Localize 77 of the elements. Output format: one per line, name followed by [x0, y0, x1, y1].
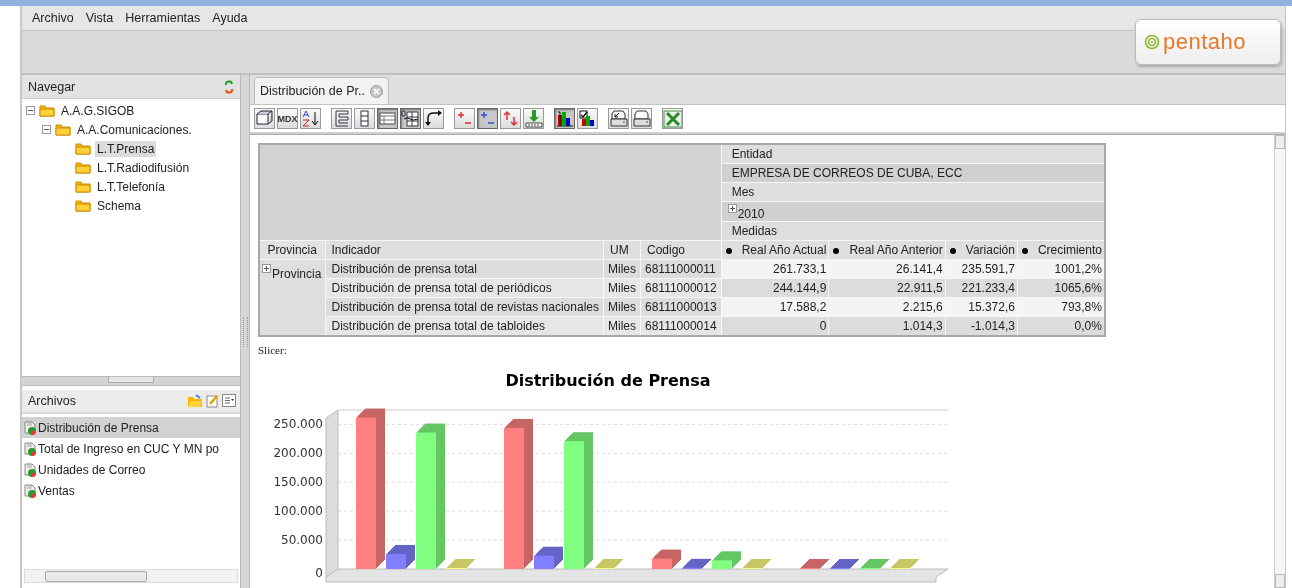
folder-icon: [75, 161, 91, 174]
list-menu-icon[interactable]: [222, 394, 236, 407]
tree-item[interactable]: L.T.Prensa: [95, 140, 157, 157]
folder-icon: [55, 123, 71, 136]
collapse-icon[interactable]: [42, 125, 51, 134]
tick-label: 100.000: [273, 504, 323, 519]
tree-icon: [332, 109, 351, 128]
bar: [386, 553, 406, 569]
bar: [534, 555, 554, 569]
folder-icon: [75, 180, 91, 193]
tab[interactable]: Distribución de Pr..: [254, 77, 389, 104]
menu-item[interactable]: Ayuda: [206, 11, 254, 25]
grid-icon: [401, 109, 420, 128]
toolbar-button[interactable]: [300, 108, 321, 129]
file-item[interactable]: Ventas: [22, 480, 240, 501]
tree-item[interactable]: A.A.G.SIGOB: [59, 102, 137, 119]
sort-icon: [301, 109, 320, 128]
tick-label: 50.000: [281, 533, 323, 548]
bar: [712, 560, 732, 569]
spiral-icon: [1144, 34, 1160, 50]
folder-icon: [39, 104, 55, 117]
dimension-header: Entidad: [721, 144, 1105, 164]
table-icon: [378, 109, 397, 128]
download-icon: [524, 109, 543, 128]
toolbar-button[interactable]: [554, 108, 575, 129]
bar: [652, 558, 672, 569]
swap-icon: [424, 109, 443, 128]
file-item[interactable]: Unidades de Correo: [22, 459, 240, 480]
tree-item[interactable]: L.T.Telefonía: [95, 178, 168, 195]
toolbar-button[interactable]: [631, 108, 652, 129]
logo-text: pentaho: [1163, 29, 1247, 55]
file-item[interactable]: Total de Ingreso en CUC Y MN po: [22, 438, 240, 459]
file-item[interactable]: Distribución de Prensa: [22, 417, 240, 438]
printer-icon: [609, 109, 628, 128]
tree-item[interactable]: Schema: [95, 197, 144, 214]
toolbar-button[interactable]: [254, 108, 275, 129]
menu-item[interactable]: Archivo: [26, 11, 80, 25]
folder-icon: [75, 142, 91, 155]
tick-label: 200.000: [273, 446, 323, 461]
report-icon: [24, 462, 37, 477]
panel-title: Navegar: [28, 79, 76, 94]
tick-label: 0: [315, 566, 323, 580]
tree-item[interactable]: L.T.Radiodifusión: [95, 159, 192, 176]
close-icon[interactable]: [369, 84, 383, 98]
tree-item[interactable]: A.A.Comunicaciones.: [75, 121, 194, 138]
toolbar-button[interactable]: [400, 108, 421, 129]
toolbar-button[interactable]: MDX: [277, 108, 298, 129]
spreadsheet-icon: [663, 109, 682, 128]
menu-item[interactable]: Vista: [79, 11, 120, 25]
collapse-icon[interactable]: [26, 106, 35, 115]
scrollbar[interactable]: [24, 569, 238, 583]
tick-label: 250.000: [273, 417, 323, 432]
bar-chart-icon: [555, 109, 574, 128]
tick-label: 150.000: [273, 475, 323, 490]
refresh-icon[interactable]: [224, 79, 234, 94]
toolbar-button[interactable]: [608, 108, 629, 129]
row-member: Provincia: [272, 266, 322, 281]
report-icon: [24, 441, 37, 456]
toolbar-button[interactable]: [577, 108, 598, 129]
report-icon: [24, 420, 37, 435]
chart-check-icon: [578, 109, 597, 128]
folder-icon: [75, 199, 91, 212]
printer-icon: [632, 109, 651, 128]
menu-item[interactable]: Herramientas: [119, 11, 207, 25]
member-header: 2010: [737, 206, 765, 221]
toolbar-button[interactable]: [423, 108, 444, 129]
chart-title: Distribución de Prensa: [505, 371, 711, 390]
report-icon: [24, 483, 37, 498]
column-header: Provincia: [259, 240, 325, 260]
expand-icon[interactable]: [727, 204, 737, 213]
panel-title: Archivos: [28, 394, 76, 408]
cube-icon: [255, 109, 274, 128]
expand-icon[interactable]: [262, 264, 271, 273]
arrows-icon: [501, 109, 520, 128]
scrollbar[interactable]: [1274, 135, 1285, 588]
slicer-label: Slicer:: [258, 344, 288, 356]
folder-icon[interactable]: [187, 394, 203, 408]
